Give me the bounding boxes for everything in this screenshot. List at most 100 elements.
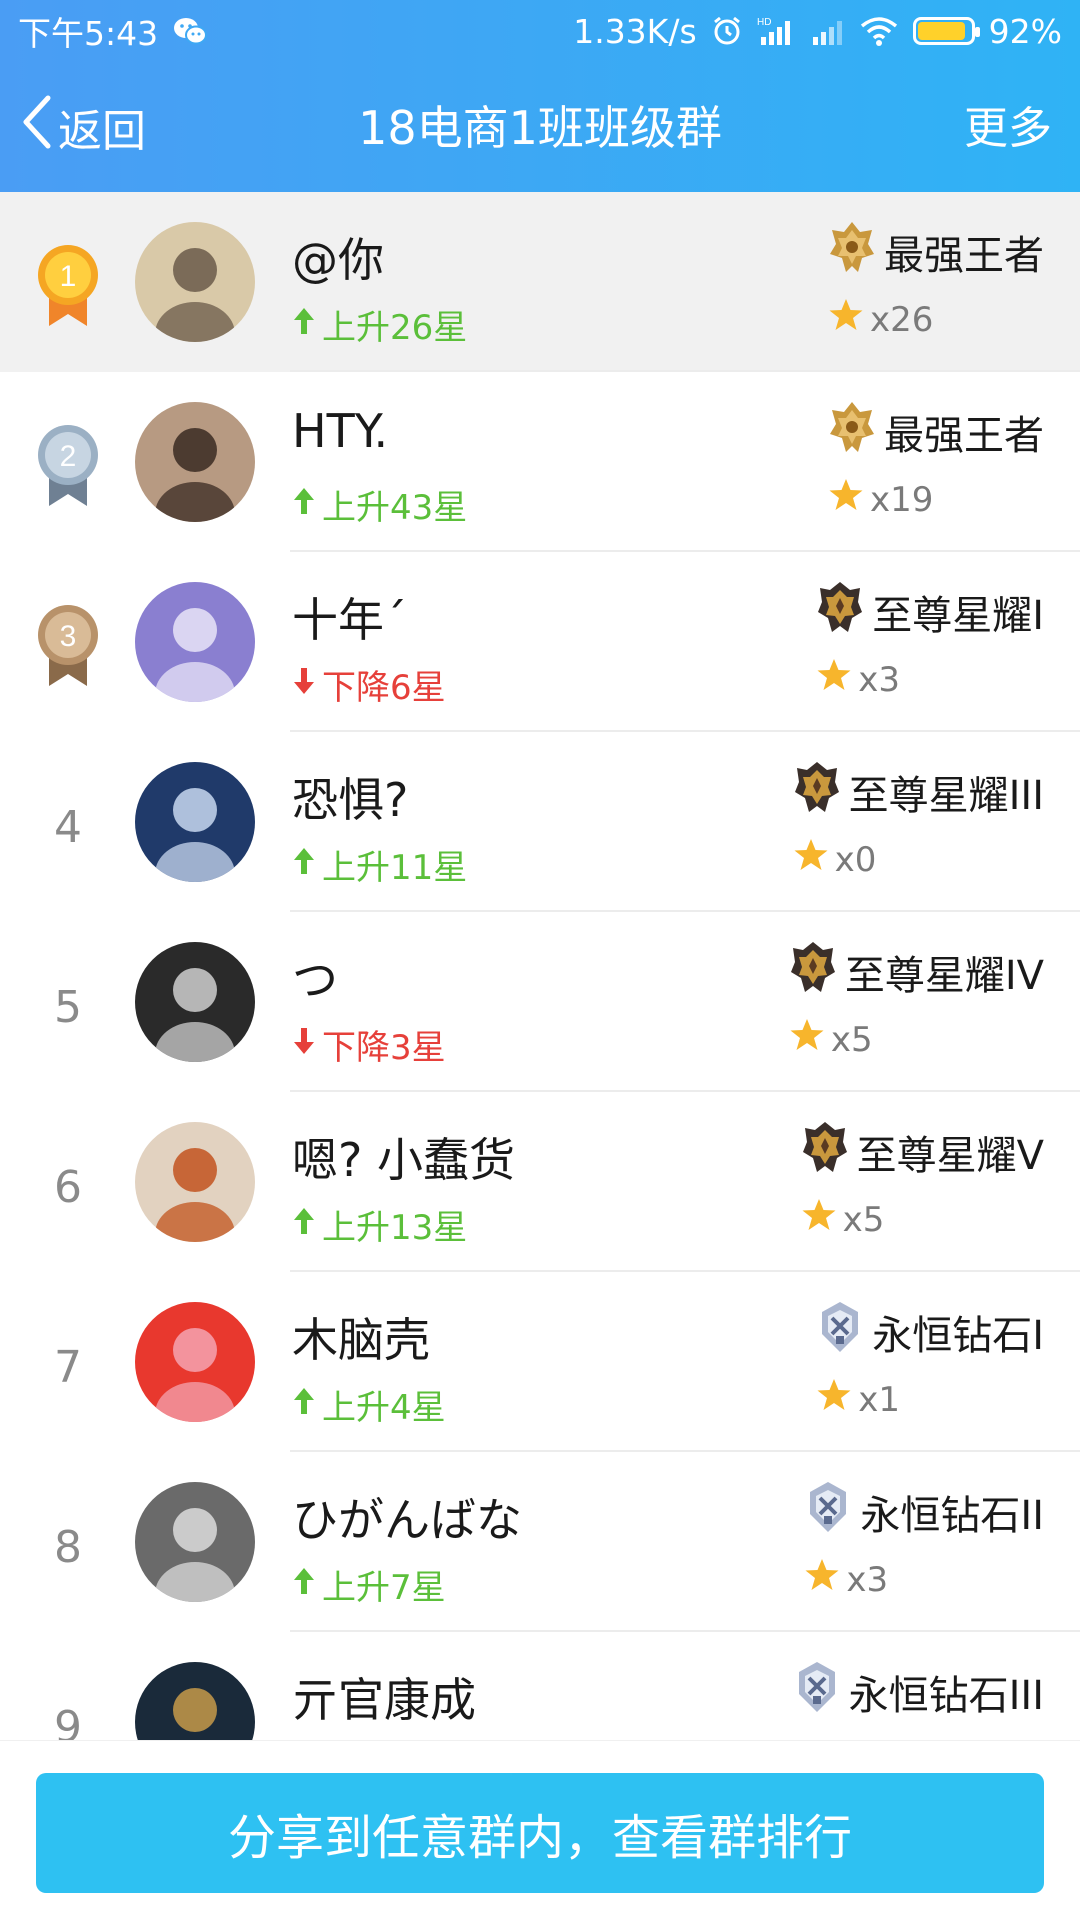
star-count-text: x1 <box>858 1379 900 1420</box>
star-trend-text: 上升7星 <box>322 1568 446 1608</box>
back-label: 返回 <box>58 106 146 157</box>
star-trend: 下降6星 <box>292 660 446 709</box>
arrow-up-icon <box>292 485 316 525</box>
star-count: x26 <box>828 298 933 341</box>
ranking-row[interactable]: 5 つ下降3星 至尊星耀IV x5 <box>0 912 1080 1092</box>
avatar[interactable] <box>135 1482 255 1602</box>
avatar[interactable] <box>135 762 255 882</box>
star-count-text: x5 <box>830 1019 873 1060</box>
avatar[interactable] <box>135 942 255 1062</box>
battery-level <box>917 22 966 40</box>
gold-medal-icon: 1 <box>28 232 108 342</box>
ranking-row[interactable]: 6 嗯? 小蠢货 上升13星 至尊星耀V x5 <box>0 1092 1080 1272</box>
player-name: ひがんばな <box>292 1493 522 1547</box>
svg-text:3: 3 <box>60 620 77 653</box>
page-title: 18电商1班班级群 <box>358 101 722 155</box>
net-speed: 1.33K/s <box>573 11 697 51</box>
rank-number: 7 <box>28 1312 108 1422</box>
bronze-medal-icon: 3 <box>28 592 108 702</box>
diamond-badge-icon <box>816 1300 864 1364</box>
rank-tier: 永恒钻石I <box>816 1300 1044 1364</box>
rank-tier-text: 永恒钻石III <box>848 1673 1044 1719</box>
rank-number: 6 <box>28 1132 108 1242</box>
star-trend: 上升26星 <box>292 300 467 349</box>
wechat-icon <box>172 15 208 47</box>
rank-number: 8 <box>28 1492 108 1602</box>
player-name: 恐惧? <box>292 773 409 827</box>
star-icon <box>816 1378 852 1421</box>
alarm-icon <box>711 15 743 47</box>
bottom-bar: 分享到任意群内，查看群排行 <box>0 1740 1080 1920</box>
star-count: x3 <box>816 658 900 701</box>
rank-tier-text: 最强王者 <box>884 233 1044 279</box>
star-trend-text: 下降6星 <box>322 668 446 708</box>
glory-badge-icon <box>816 580 864 644</box>
star-trend: 上升13星 <box>292 1200 467 1249</box>
battery-percent: 92% <box>988 11 1062 51</box>
nav-bar: 返回 18电商1班班级群 更多 <box>0 62 1080 192</box>
avatar[interactable] <box>135 1122 255 1242</box>
svg-text:HD: HD <box>757 17 771 28</box>
rank-tier-text: 至尊星耀V <box>856 1133 1044 1179</box>
battery-icon <box>912 17 980 45</box>
ranking-list[interactable]: 1 @你 上升26星 最强王者 x26 2 HTY. 上升43星 最强王者 x1 9 … <box>0 192 1080 1740</box>
diamond-badge-icon <box>804 1480 852 1544</box>
share-button[interactable]: 分享到任意群内，查看群排行 <box>36 1773 1044 1893</box>
avatar[interactable] <box>135 582 255 702</box>
star-count-text: x0 <box>834 839 877 880</box>
arrow-down-icon <box>292 665 316 705</box>
rank-tier: 最强王者 <box>828 400 1044 464</box>
arrow-up-icon <box>292 1565 316 1605</box>
ranking-row[interactable]: 1 @你 上升26星 最强王者 x26 <box>0 192 1080 372</box>
rank-tier: 至尊星耀III <box>793 760 1044 824</box>
rank-number: 4 <box>28 772 108 882</box>
star-icon <box>828 298 864 341</box>
star-trend-text: 上升11星 <box>322 848 468 888</box>
ranking-row[interactable]: 4 恐惧? 上升11星 至尊星耀III x0 <box>0 732 1080 912</box>
avatar[interactable] <box>135 1662 255 1740</box>
star-count: x0 <box>793 838 877 881</box>
rank-tier: 永恒钻石II <box>804 1480 1044 1544</box>
avatar[interactable] <box>135 402 255 522</box>
glory-badge-icon <box>789 940 837 1004</box>
rank-number-text: 7 <box>54 1341 82 1393</box>
hd-signal-icon: HD <box>757 15 797 47</box>
rank-tier-text: 永恒钻石I <box>872 1313 1044 1359</box>
player-name: 十年´ <box>292 593 407 647</box>
rank-tier: 永恒钻石III <box>793 1660 1044 1724</box>
wifi-icon <box>859 15 899 47</box>
ranking-row[interactable]: 3 十年´ 下降6星 至尊星耀I x3 <box>0 552 1080 732</box>
star-count: x3 <box>804 1558 888 1601</box>
glory-badge-icon <box>793 760 841 824</box>
ranking-row[interactable]: 2 HTY. 上升43星 最强王者 x19 <box>0 372 1080 552</box>
ranking-row[interactable]: 9 亓官康成 永恒钻石III <box>0 1632 1080 1740</box>
ranking-row[interactable]: 7 木脑壳 上升4星 永恒钻石I x1 <box>0 1272 1080 1452</box>
avatar[interactable] <box>135 222 255 342</box>
ranking-row[interactable]: 8 ひがんばな上升7星 永恒钻石II x3 <box>0 1452 1080 1632</box>
diamond-badge-icon <box>793 1660 841 1724</box>
more-button[interactable]: 更多 <box>964 92 1052 156</box>
star-count: x19 <box>828 478 933 521</box>
back-button[interactable]: 返回 <box>20 92 146 162</box>
king-badge-icon <box>828 220 876 284</box>
king-badge-icon <box>828 400 876 464</box>
star-trend: 上升43星 <box>292 480 467 529</box>
rank-number-text: 4 <box>54 801 82 853</box>
rank-number: 9 <box>28 1672 108 1741</box>
glory-badge-icon <box>801 1120 849 1184</box>
player-name: つ <box>292 953 338 1007</box>
star-count: x5 <box>789 1018 873 1061</box>
star-count-text: x3 <box>858 659 900 700</box>
star-icon <box>804 1558 840 1601</box>
rank-number: 5 <box>28 952 108 1062</box>
star-count: x1 <box>816 1378 900 1421</box>
rank-tier: 最强王者 <box>828 220 1044 284</box>
signal-icon <box>811 15 845 47</box>
avatar[interactable] <box>135 1302 255 1422</box>
arrow-up-icon <box>292 1205 316 1245</box>
rank-number-text: 8 <box>54 1521 82 1573</box>
star-icon <box>793 838 829 881</box>
silver-medal-icon: 2 <box>28 412 108 522</box>
status-time: 下午5:43 <box>18 14 159 53</box>
star-trend: 上升7星 <box>292 1560 446 1609</box>
